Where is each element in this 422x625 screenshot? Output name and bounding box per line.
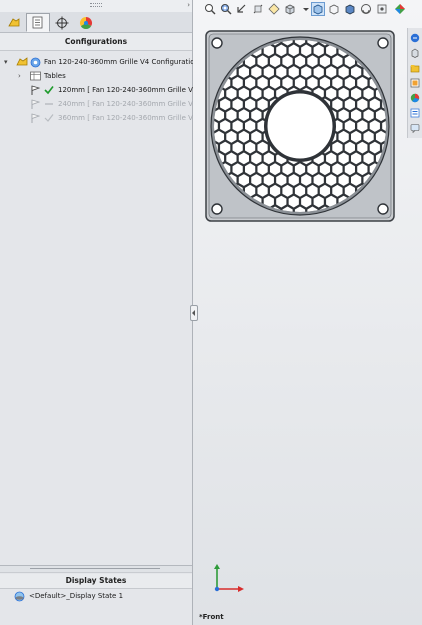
- triad-x-arrow: [238, 586, 244, 592]
- display-state-label: <Default>_Display State 1: [29, 592, 124, 600]
- solidworks-resources-icon[interactable]: [409, 32, 421, 44]
- display-manager-icon: [79, 16, 93, 29]
- mounting-hole: [211, 203, 223, 215]
- custom-properties-icon[interactable]: [409, 107, 421, 119]
- design-library-icon[interactable]: [409, 47, 421, 59]
- property-manager-icon: [32, 16, 43, 29]
- dynamic-annotation-icon[interactable]: [267, 2, 281, 16]
- configuration-gear-icon: [30, 57, 41, 68]
- configuration-flag-icon: [31, 99, 41, 109]
- configuration-label: 240mm [ Fan 120-240-360mm Grille V4 ]: [58, 100, 203, 108]
- collapse-arrow-icon[interactable]: ▾: [4, 56, 8, 68]
- tree-item-tables[interactable]: › Tables: [0, 70, 192, 82]
- display-state-icon: [14, 591, 25, 602]
- property-manager-tab[interactable]: [26, 13, 50, 32]
- configuration-manager-icon: [55, 16, 69, 29]
- configuration-item[interactable]: 120mm [ Fan 120-240-360mm Grille V4 ]: [0, 84, 202, 96]
- collapse-panel-handle[interactable]: [190, 305, 198, 321]
- task-pane-strip: [407, 28, 422, 138]
- mounting-hole: [211, 37, 223, 49]
- fan-grille-model[interactable]: [205, 30, 395, 222]
- configuration-label: 120mm [ Fan 120-240-360mm Grille V4 ]: [58, 86, 203, 94]
- inactive-dash-icon: [45, 103, 53, 105]
- manager-tab-bar: [0, 12, 192, 33]
- mounting-hole: [377, 203, 389, 215]
- feature-manager-tab[interactable]: [2, 13, 26, 32]
- graphics-area[interactable]: *Front: [193, 0, 422, 625]
- configurations-header: Configurations: [0, 33, 192, 51]
- feature-tree-icon: [8, 17, 20, 26]
- appearance-palette-icon[interactable]: [393, 2, 407, 16]
- configuration-flag-icon: [31, 113, 41, 123]
- configuration-item[interactable]: 360mm [ Fan 120-240-360mm Grille V4 ]: [0, 112, 202, 124]
- display-states-header: Display States: [0, 574, 192, 589]
- view-orientation-icon[interactable]: [283, 2, 297, 16]
- configuration-flag-icon: [31, 85, 41, 95]
- heads-up-view-toolbar: [203, 1, 411, 19]
- panel-flyout-arrow-icon[interactable]: ›: [187, 1, 190, 9]
- expand-arrow-icon[interactable]: ›: [18, 70, 21, 82]
- apply-scene-icon[interactable]: [359, 2, 373, 16]
- view-orientation-label: *Front: [199, 613, 224, 621]
- mounting-hole: [377, 37, 389, 49]
- configuration-label: 360mm [ Fan 120-240-360mm Grille V4 ]: [58, 114, 203, 122]
- configuration-manager-tab[interactable]: [50, 13, 74, 32]
- display-style-icon[interactable]: [311, 2, 325, 16]
- zoom-to-fit-icon[interactable]: [203, 2, 217, 16]
- forum-icon[interactable]: [409, 122, 421, 134]
- previous-view-icon[interactable]: [235, 2, 249, 16]
- view-palette-icon[interactable]: [409, 77, 421, 89]
- panel-splitter[interactable]: [0, 565, 192, 573]
- center-hub: [266, 92, 334, 160]
- grip-dots: [90, 3, 102, 7]
- triad-y-arrow: [214, 564, 220, 569]
- tables-label: Tables: [44, 72, 66, 80]
- feature-manager-panel: › Configurations ▾ Fan 120-240-360mm Gri…: [0, 0, 205, 625]
- zoom-to-area-icon[interactable]: [219, 2, 233, 16]
- configuration-item[interactable]: 240mm [ Fan 120-240-360mm Grille V4 ]: [0, 98, 202, 110]
- tree-root-row[interactable]: ▾ Fan 120-240-360mm Grille V4 Configurat…: [0, 56, 205, 68]
- hide-show-items-icon[interactable]: [327, 2, 341, 16]
- section-view-icon[interactable]: [251, 2, 265, 16]
- view-settings-icon[interactable]: [375, 2, 389, 16]
- display-manager-tab[interactable]: [74, 13, 98, 32]
- edit-appearance-icon[interactable]: [343, 2, 357, 16]
- appearances-icon[interactable]: [409, 92, 421, 104]
- reference-triad: [214, 564, 244, 592]
- file-explorer-icon[interactable]: [409, 62, 421, 74]
- tree-root-label: Fan 120-240-360mm Grille V4 Configuratio…: [44, 58, 206, 66]
- part-icon: [16, 57, 28, 66]
- splitter-line: [30, 568, 160, 569]
- triad-z-axis: [214, 586, 220, 592]
- active-check-icon: [44, 86, 54, 95]
- tables-folder-icon: [30, 71, 41, 81]
- inactive-check-icon: [44, 114, 54, 122]
